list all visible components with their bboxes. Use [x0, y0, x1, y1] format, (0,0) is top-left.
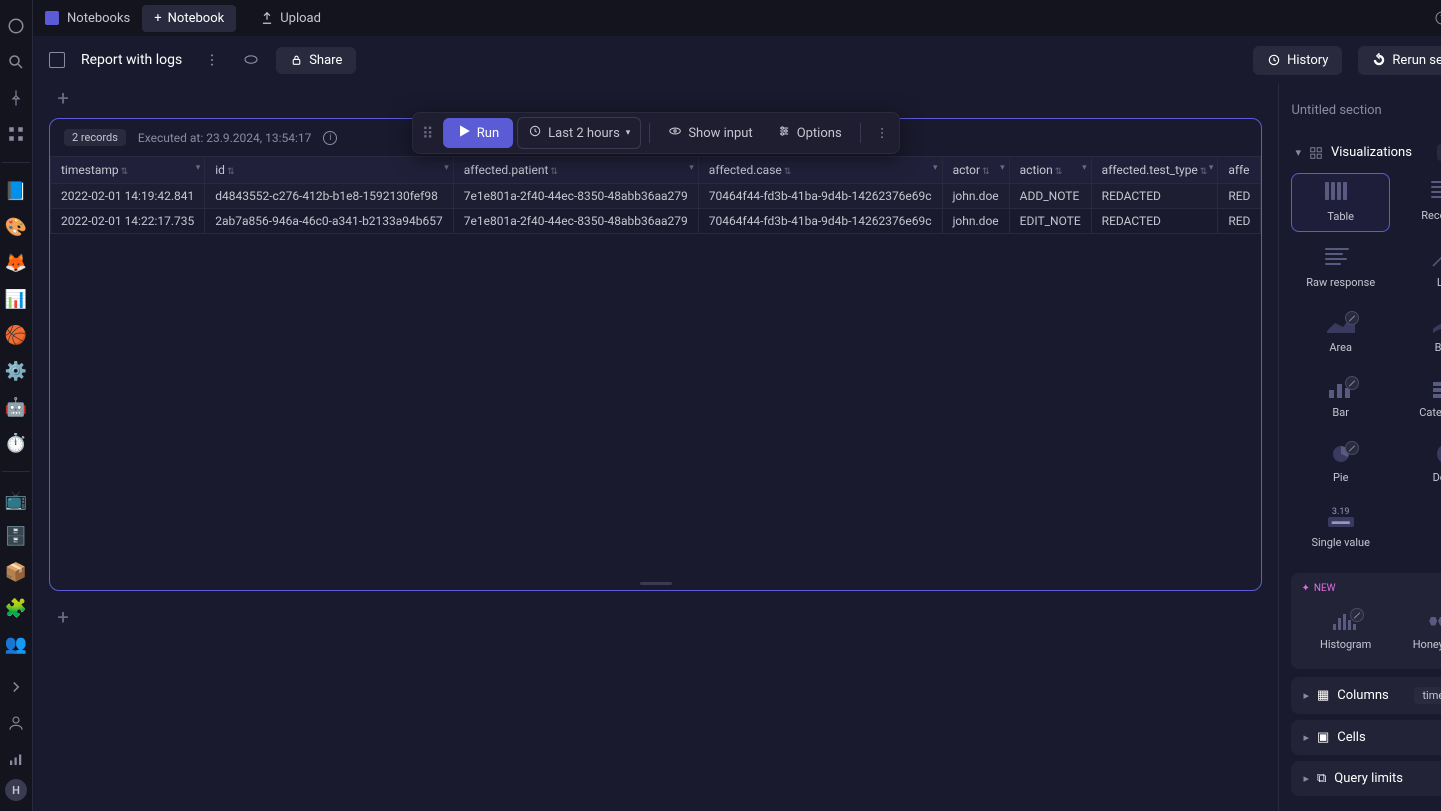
upload-button[interactable]: Upload — [248, 5, 333, 32]
left-sidebar: 📘 🎨 🦊 📊 🏀 ⚙️ 🤖 ⏱️ 📺 🗄️ 📦 🧩 👥 H — [0, 0, 33, 811]
help-icon[interactable]: ? — [1428, 4, 1441, 32]
executed-at-text: Executed at: 23.9.2024, 13:54:17 — [138, 131, 311, 145]
app-icon-11[interactable]: 📦 — [0, 556, 32, 588]
col-patient[interactable]: affected.patient⇅▾ — [453, 157, 698, 184]
viz-honeycomb[interactable]: Honeycomb — [1398, 602, 1441, 659]
document-header: Report with logs Share History Rerun sec… — [33, 36, 1441, 84]
section-toolbar: ⠿ Run Last 2 hours ▾ — [412, 112, 900, 154]
add-section-bottom-button[interactable]: + — [49, 603, 77, 631]
document-icon — [49, 52, 65, 68]
expand-icon[interactable] — [0, 671, 32, 703]
app-icon-9[interactable]: 📺 — [0, 484, 32, 516]
pin-icon[interactable] — [0, 82, 32, 114]
viz-line[interactable]: Line — [1398, 240, 1441, 297]
app-icon-4[interactable]: 📊 — [0, 283, 32, 315]
rerun-button[interactable]: Rerun sections — [1358, 46, 1441, 75]
app-icon-7[interactable]: 🤖 — [0, 391, 32, 423]
viz-categorical[interactable]: Categorical — [1398, 370, 1441, 427]
viz-type-badge: ▦ Table — [1437, 144, 1441, 161]
result-card: 2 records Executed at: 23.9.2024, 13:54:… — [49, 118, 1262, 591]
viz-table[interactable]: Table — [1291, 173, 1390, 232]
options-button[interactable]: Options — [767, 118, 852, 148]
new-notebook-button[interactable]: +Notebook — [142, 5, 236, 32]
app-icon-13[interactable]: 👥 — [0, 628, 32, 660]
app-icon-1[interactable]: 📘 — [0, 175, 32, 207]
col-timestamp[interactable]: timestamp⇅▾ — [51, 157, 205, 184]
logo-icon[interactable] — [0, 10, 32, 42]
panel-title[interactable]: Untitled section — [1291, 103, 1381, 118]
app-icon-2[interactable]: 🎨 — [0, 211, 32, 243]
show-input-button[interactable]: Show input — [658, 118, 762, 148]
col-action[interactable]: action⇅▾ — [1009, 157, 1091, 184]
acc-columns[interactable]: ▸▦Columns timestamp… — [1291, 677, 1441, 714]
drag-handle-icon[interactable]: ⠿ — [417, 124, 439, 143]
viz-area[interactable]: Area — [1291, 305, 1390, 362]
col-actor[interactable]: actor⇅▾ — [942, 157, 1009, 184]
user-icon[interactable] — [0, 707, 32, 739]
viz-donut[interactable]: Donut — [1398, 435, 1441, 492]
app-icon-8[interactable]: ⏱️ — [0, 427, 32, 459]
viz-histogram[interactable]: Histogram — [1301, 602, 1390, 659]
results-table: timestamp⇅▾ id⇅▾ affected.patient⇅▾ affe… — [50, 156, 1261, 234]
viz-bar[interactable]: Bar — [1291, 370, 1390, 427]
col-test-type[interactable]: affected.test_type⇅▾ — [1091, 157, 1218, 184]
app-icon-10[interactable]: 🗄️ — [0, 520, 32, 552]
right-panel: Untitled section ✕ ▾ Visualizations ▦ Ta… — [1278, 84, 1441, 811]
table-row[interactable]: 2022-02-01 14:22:17.7352ab7a856-946a-46c… — [51, 209, 1261, 234]
resize-handle[interactable] — [50, 576, 1261, 590]
viz-band[interactable]: Band — [1398, 305, 1441, 362]
viz-single-value[interactable]: 3.19▬▬ Single value — [1291, 500, 1390, 557]
table-row[interactable]: 2022-02-01 14:19:42.841d4843552-c276-412… — [51, 184, 1261, 209]
app-icon-3[interactable]: 🦊 — [0, 247, 32, 279]
topbar: Notebooks +Notebook Upload ? — [33, 0, 1441, 36]
app-icon-12[interactable]: 🧩 — [0, 592, 32, 624]
col-case[interactable]: affected.case⇅▾ — [698, 157, 942, 184]
history-button[interactable]: History — [1253, 46, 1342, 75]
timeframe-button[interactable]: Last 2 hours ▾ — [517, 117, 641, 149]
chart-icon[interactable] — [0, 743, 32, 775]
viz-raw-response[interactable]: Raw response — [1291, 240, 1390, 297]
acc-visualizations[interactable]: ▾ Visualizations ▦ Table — [1291, 136, 1441, 169]
document-title[interactable]: Report with logs — [81, 52, 182, 68]
new-badge: NEW — [1301, 583, 1441, 594]
col-id[interactable]: id⇅▾ — [205, 157, 454, 184]
add-section-top-button[interactable]: + — [49, 84, 77, 112]
app-icon-6[interactable]: ⚙️ — [0, 355, 32, 387]
viz-record-list[interactable]: Record list — [1398, 173, 1441, 232]
app-icon-5[interactable]: 🏀 — [0, 319, 32, 351]
acc-query-limits[interactable]: ▸⧉Query limits — [1291, 761, 1441, 796]
notebooks-link[interactable]: Notebooks — [45, 11, 130, 26]
records-badge: 2 records — [64, 129, 126, 146]
col-affe[interactable]: affe — [1218, 157, 1261, 184]
info-icon[interactable]: i — [323, 131, 337, 145]
editor-area: + ⠿ Run Last 2 hours ▾ — [33, 84, 1278, 811]
run-button[interactable]: Run — [443, 118, 513, 148]
share-button[interactable]: Share — [276, 47, 356, 74]
workspace-badge[interactable]: H — [5, 779, 27, 801]
viz-pie[interactable]: Pie — [1291, 435, 1390, 492]
section-more-icon[interactable] — [869, 120, 895, 146]
acc-cells[interactable]: ▸▣Cells — [1291, 720, 1441, 755]
search-icon[interactable] — [0, 46, 32, 78]
grid-icon[interactable] — [0, 118, 32, 150]
title-more-icon[interactable] — [198, 46, 226, 74]
sync-icon — [242, 49, 260, 71]
